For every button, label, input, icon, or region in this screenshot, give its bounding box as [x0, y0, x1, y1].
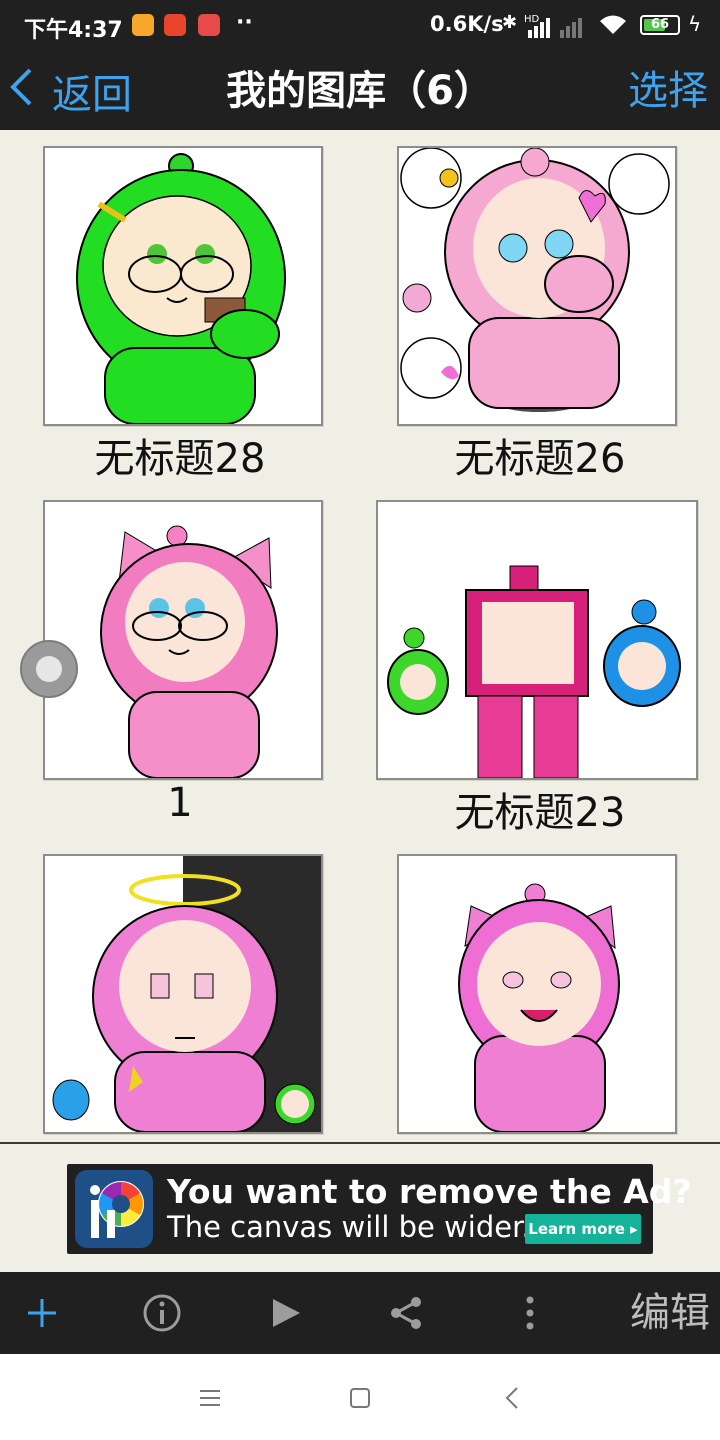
info-icon	[143, 1294, 181, 1332]
ad-subline: The canvas will be wider.	[167, 1210, 531, 1244]
ad-area: You want to remove the Ad? The canvas wi…	[0, 1142, 720, 1272]
gallery-item[interactable]	[0, 838, 360, 1142]
item-title: 无标题28	[94, 436, 266, 482]
gallery-item[interactable]	[360, 838, 720, 1142]
page-title: 我的图库（6）	[226, 68, 494, 114]
chevron-left-icon	[505, 1387, 518, 1409]
info-button[interactable]	[134, 1272, 190, 1354]
app-notification-icon	[164, 14, 186, 36]
learn-more-button[interactable]: Learn more ▸	[525, 1214, 641, 1244]
bluetooth-icon: ✱	[502, 12, 518, 33]
item-title: 无标题23	[454, 790, 626, 836]
battery-icon: 66	[640, 15, 680, 35]
item-title: 1	[167, 780, 193, 826]
add-button[interactable]	[14, 1272, 70, 1354]
thumbnail-image[interactable]	[397, 854, 677, 1134]
app-notification-icon	[132, 14, 154, 36]
select-button[interactable]: 选择	[628, 62, 708, 120]
thumbnail-image[interactable]	[397, 146, 677, 426]
ad-headline: You want to remove the Ad?	[167, 1172, 692, 1211]
thumbnail-image[interactable]	[43, 500, 323, 780]
back-system-button[interactable]	[490, 1376, 534, 1420]
plus-icon	[28, 1299, 56, 1327]
signal-icon	[528, 18, 588, 43]
battery-level: 66	[650, 17, 670, 32]
floating-loading-spinner[interactable]	[20, 640, 78, 698]
gallery-item[interactable]: 无标题26	[360, 130, 720, 482]
play-icon	[273, 1299, 300, 1327]
menu-icon	[200, 1390, 220, 1406]
charging-icon: ϟ	[688, 12, 702, 36]
more-notifications-indicator: ··	[236, 10, 253, 35]
thumbnail-image[interactable]	[376, 500, 698, 780]
system-navigation-bar	[0, 1354, 720, 1440]
status-time: 下午4:37	[24, 18, 123, 43]
thumbnail-image[interactable]	[43, 146, 323, 426]
recent-apps-button[interactable]	[188, 1376, 232, 1420]
more-icon	[526, 1296, 534, 1330]
share-icon	[391, 1297, 421, 1329]
wifi-icon	[598, 14, 628, 41]
status-bar: 下午4:37 ·· 0.6K/s ✱ HD 66 ϟ	[0, 0, 720, 52]
bottom-toolbar: 编辑	[0, 1272, 720, 1354]
network-speed: 0.6K/s	[430, 12, 504, 36]
share-button[interactable]	[378, 1272, 434, 1354]
item-title: 无标题26	[454, 436, 626, 482]
play-button[interactable]	[258, 1272, 314, 1354]
gallery-item[interactable]: 无标题23	[360, 484, 720, 836]
ad-banner[interactable]: You want to remove the Ad? The canvas wi…	[67, 1164, 692, 1254]
more-button[interactable]	[502, 1272, 558, 1354]
thumbnail-image[interactable]	[43, 854, 323, 1134]
title-bar: 返回 我的图库（6） 选择	[0, 52, 720, 130]
square-icon	[350, 1388, 370, 1408]
ibispaint-logo	[75, 1170, 153, 1248]
gallery-grid: 无标题28 无标题26 1 无标题23	[0, 130, 720, 1142]
music-app-icon	[198, 14, 220, 36]
gallery-item[interactable]: 无标题28	[0, 130, 360, 482]
home-button[interactable]	[338, 1376, 382, 1420]
edit-button[interactable]: 编辑	[630, 1272, 710, 1354]
